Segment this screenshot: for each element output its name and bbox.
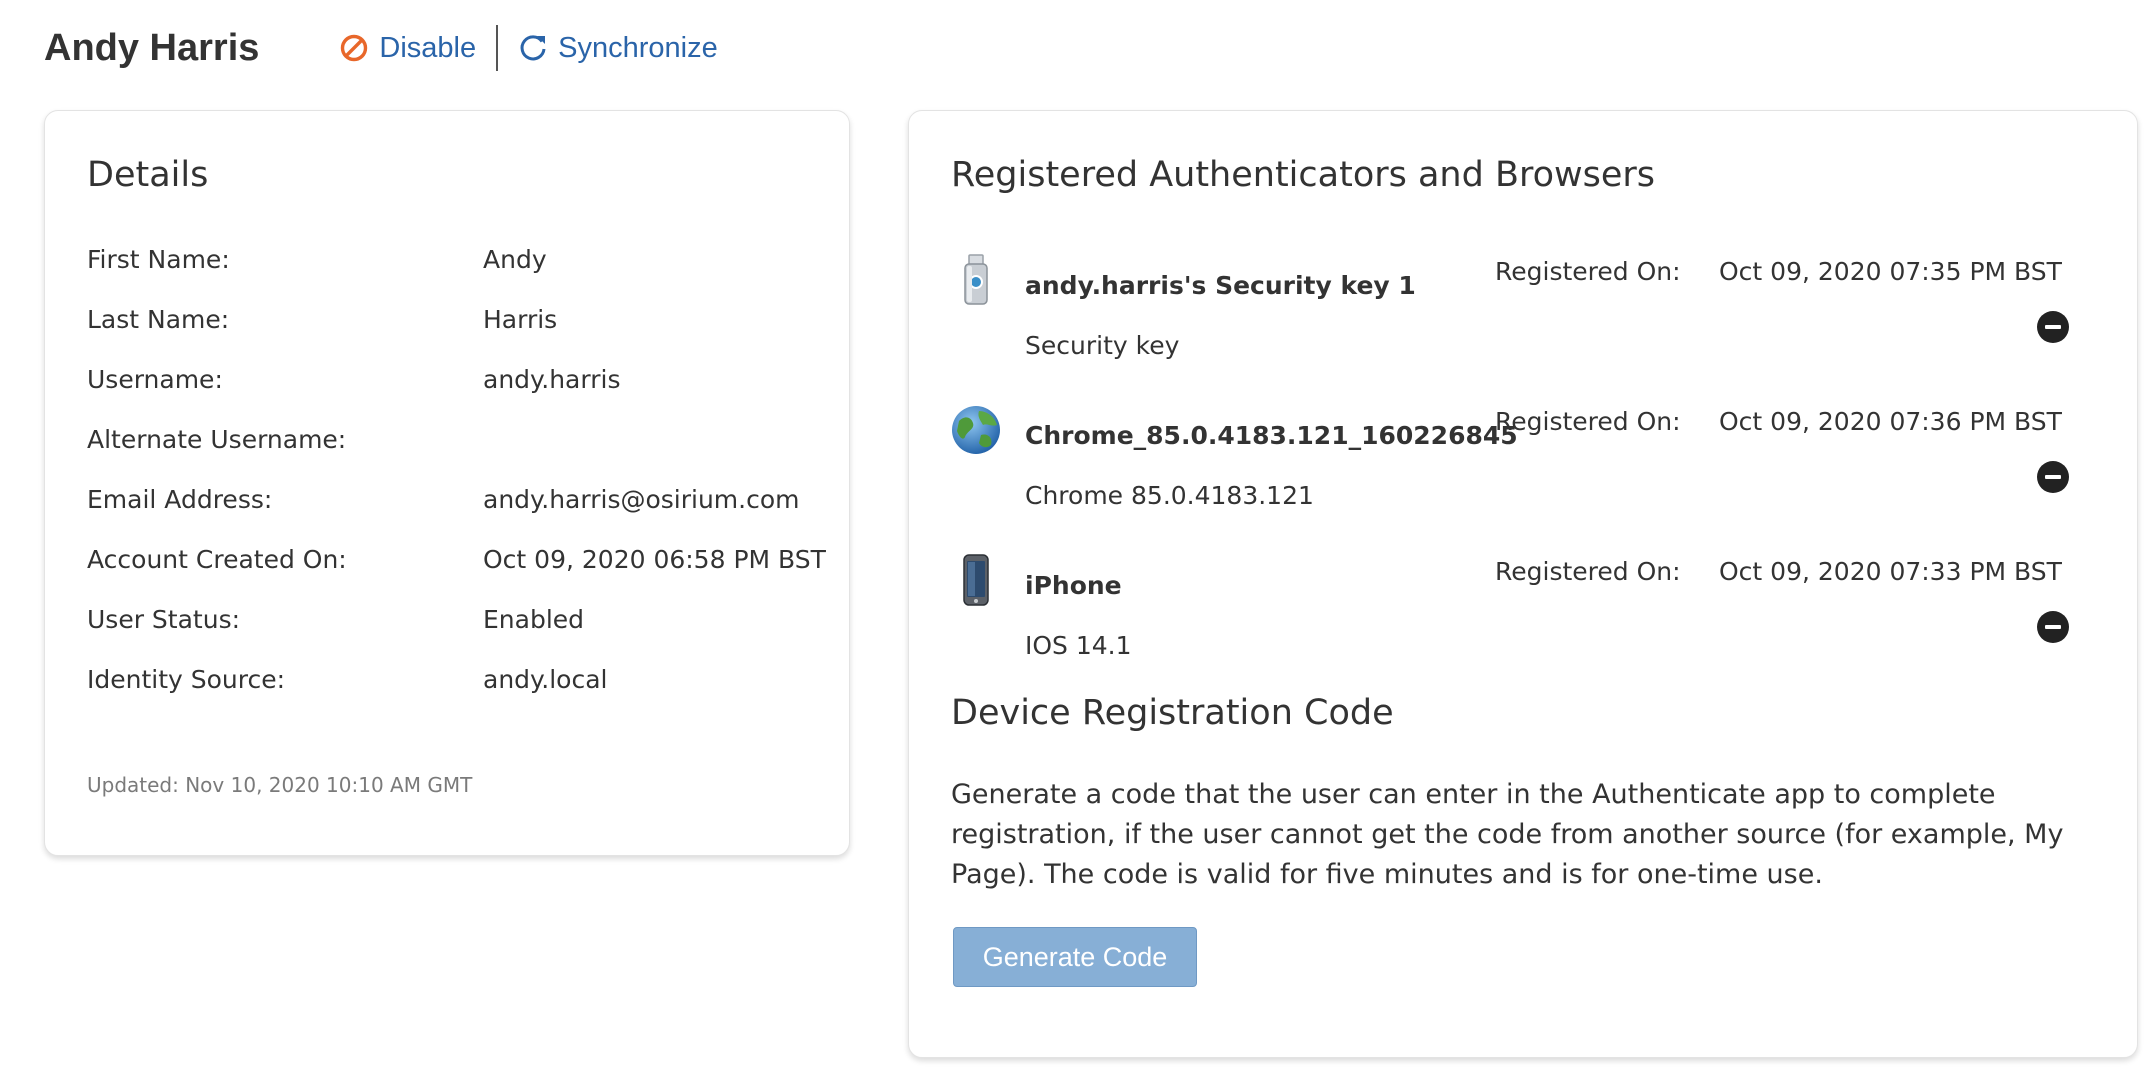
detail-label: User Status: (87, 605, 241, 634)
authenticator-name: andy.harris's Security key 1 (1025, 271, 1416, 300)
detail-value: andy.harris (483, 365, 621, 394)
device-registration-description: Generate a code that the user can enter … (951, 779, 2064, 890)
detail-row-alternate-username: Alternate Username: (87, 425, 827, 465)
remove-authenticator-button[interactable] (2037, 611, 2069, 643)
detail-value: Andy (483, 245, 547, 274)
registered-on-label: Registered On: (1495, 407, 1681, 436)
detail-label: Alternate Username: (87, 425, 347, 454)
globe-icon (951, 403, 1001, 459)
detail-label: Identity Source: (87, 665, 286, 694)
detail-value: Oct 09, 2020 06:58 PM BST (483, 545, 826, 574)
authenticator-type: Security key (1025, 331, 1180, 360)
refresh-icon (518, 33, 548, 63)
detail-row-account-created: Account Created On: Oct 09, 2020 06:58 P… (87, 545, 827, 585)
user-detail-page: Andy Harris Disable Synchronize Details … (0, 0, 2152, 1072)
registered-on-value: Oct 09, 2020 07:36 PM BST (1719, 407, 2062, 436)
details-card: Details First Name: Andy Last Name: Harr… (44, 110, 850, 856)
usb-security-key-icon (951, 253, 1001, 309)
authenticator-item: andy.harris's Security key 1 Security ke… (951, 253, 2101, 393)
detail-row-first-name: First Name: Andy (87, 245, 827, 285)
details-title: Details (87, 155, 209, 195)
detail-label: First Name: (87, 245, 230, 274)
prohibited-icon (339, 33, 369, 63)
authenticators-title: Registered Authenticators and Browsers (951, 155, 1656, 195)
generate-code-button[interactable]: Generate Code (953, 927, 1197, 987)
header-divider (496, 25, 499, 71)
synchronize-button[interactable]: Synchronize (518, 32, 718, 65)
detail-label: Email Address: (87, 485, 273, 514)
page-title: Andy Harris (44, 26, 260, 69)
authenticator-name: Chrome_85.0.4183.121_160226845 (1025, 421, 1518, 450)
detail-value: Enabled (483, 605, 585, 634)
detail-row-user-status: User Status: Enabled (87, 605, 827, 645)
detail-row-email: Email Address: andy.harris@osirium.com (87, 485, 827, 525)
registered-on-value: Oct 09, 2020 07:33 PM BST (1719, 557, 2062, 586)
registered-on-label: Registered On: (1495, 557, 1681, 586)
detail-row-identity-source: Identity Source: andy.local (87, 665, 827, 705)
disable-button[interactable]: Disable (339, 32, 476, 65)
detail-value: Harris (483, 305, 558, 334)
remove-authenticator-button[interactable] (2037, 461, 2069, 493)
synchronize-label: Synchronize (558, 31, 718, 64)
authenticator-name: iPhone (1025, 571, 1122, 600)
registered-on-value: Oct 09, 2020 07:35 PM BST (1719, 257, 2062, 286)
detail-value: andy.local (483, 665, 608, 694)
authenticator-item: Chrome_85.0.4183.121_160226845 Chrome 85… (951, 403, 2101, 543)
detail-row-last-name: Last Name: Harris (87, 305, 827, 345)
authenticator-item: iPhone IOS 14.1 Registered On: Oct 09, 2… (951, 553, 2101, 693)
updated-timestamp: Updated: Nov 10, 2020 10:10 AM GMT (87, 773, 473, 797)
detail-label: Username: (87, 365, 223, 394)
authenticators-card: Registered Authenticators and Browsers a… (908, 110, 2138, 1058)
detail-row-username: Username: andy.harris (87, 365, 827, 405)
registered-on-label: Registered On: (1495, 257, 1681, 286)
detail-label: Last Name: (87, 305, 230, 334)
remove-authenticator-button[interactable] (2037, 311, 2069, 343)
authenticator-type: Chrome 85.0.4183.121 (1025, 481, 1314, 510)
device-registration-title: Device Registration Code (951, 693, 1394, 733)
authenticator-type: IOS 14.1 (1025, 631, 1132, 660)
page-header: Andy Harris Disable Synchronize (44, 18, 718, 78)
detail-value: andy.harris@osirium.com (483, 485, 800, 514)
detail-label: Account Created On: (87, 545, 347, 574)
disable-label: Disable (379, 31, 477, 64)
mobile-phone-icon (951, 553, 1001, 609)
